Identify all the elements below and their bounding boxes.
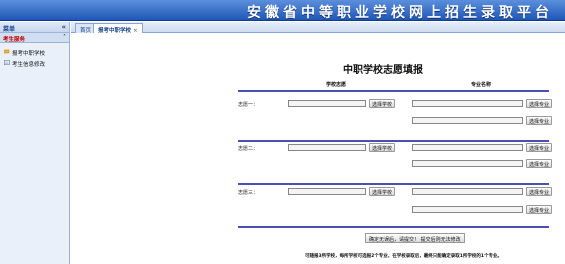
major-field[interactable] <box>412 160 523 167</box>
school-field[interactable] <box>288 188 366 195</box>
top-banner: 安徽省中等职业学校网上招生录取平台 <box>0 0 565 21</box>
sidebar-item-edit-info[interactable]: 考生信息修改 <box>0 57 69 68</box>
pencil-icon <box>4 49 10 54</box>
sidebar-item-apply-school[interactable]: 报考中职学校 <box>0 46 69 57</box>
divider <box>238 183 549 185</box>
choice-label: 志愿一： <box>238 102 259 108</box>
submit-button[interactable]: 确定无误后，请提交！ 提交后则无法修改 <box>365 233 465 243</box>
select-major-button[interactable]: 选择专业 <box>526 205 553 214</box>
major-field[interactable] <box>412 100 523 107</box>
divider <box>238 140 549 142</box>
select-major-button[interactable]: 选择专业 <box>526 99 553 108</box>
school-field[interactable] <box>288 144 366 151</box>
select-school-button[interactable]: 选择学校 <box>369 187 396 196</box>
platform-title: 安徽省中等职业学校网上招生录取平台 <box>247 5 553 21</box>
tab-bar: 首页 报考中职学校 × <box>71 22 565 34</box>
major-field[interactable] <box>412 117 523 124</box>
column-header-major: 专业名称 <box>471 82 492 88</box>
select-major-button[interactable]: 选择专业 <box>526 159 553 168</box>
sidebar: 菜单 « 考生服务 ˄ 报考中职学校 考生信息修改 <box>0 22 70 264</box>
select-major-button[interactable]: 选择专业 <box>526 143 553 152</box>
major-field[interactable] <box>412 206 523 213</box>
tab-apply-school[interactable]: 报考中职学校 × <box>93 23 143 34</box>
column-header-school: 学校志愿 <box>326 82 347 88</box>
major-field[interactable] <box>412 144 523 151</box>
main-content: 中职学校志愿填报 学校志愿 专业名称 志愿一： 选择学校 选择专业 选择专业 志… <box>71 34 565 264</box>
school-field[interactable] <box>288 100 366 107</box>
select-school-button[interactable]: 选择学校 <box>369 99 396 108</box>
double-chevron-left-icon[interactable]: « <box>61 23 66 31</box>
sidebar-group-label: 考生服务 <box>3 37 26 43</box>
major-field[interactable] <box>412 188 523 195</box>
sidebar-header-label: 菜单 <box>3 26 16 33</box>
sidebar-item-label: 考生信息修改 <box>12 62 46 68</box>
edit-form-icon <box>4 60 10 65</box>
divider <box>238 90 549 92</box>
sidebar-header: 菜单 « <box>0 22 69 33</box>
sidebar-group-student-service[interactable]: 考生服务 ˄ <box>0 33 69 43</box>
select-major-button[interactable]: 选择专业 <box>526 187 553 196</box>
form-title: 中职学校志愿填报 <box>343 65 423 76</box>
instruction-note: 可随报3所学校，每所学校可选报2个专业，在学校录取后，最终只能确定录取1所学校的… <box>305 254 503 259</box>
choice-label: 志愿二： <box>238 146 259 152</box>
divider <box>238 226 549 228</box>
choice-label: 志愿三： <box>238 190 259 196</box>
double-chevron-up-icon[interactable]: ˄ <box>63 34 66 41</box>
select-school-button[interactable]: 选择学校 <box>369 143 396 152</box>
select-major-button[interactable]: 选择专业 <box>526 116 553 125</box>
